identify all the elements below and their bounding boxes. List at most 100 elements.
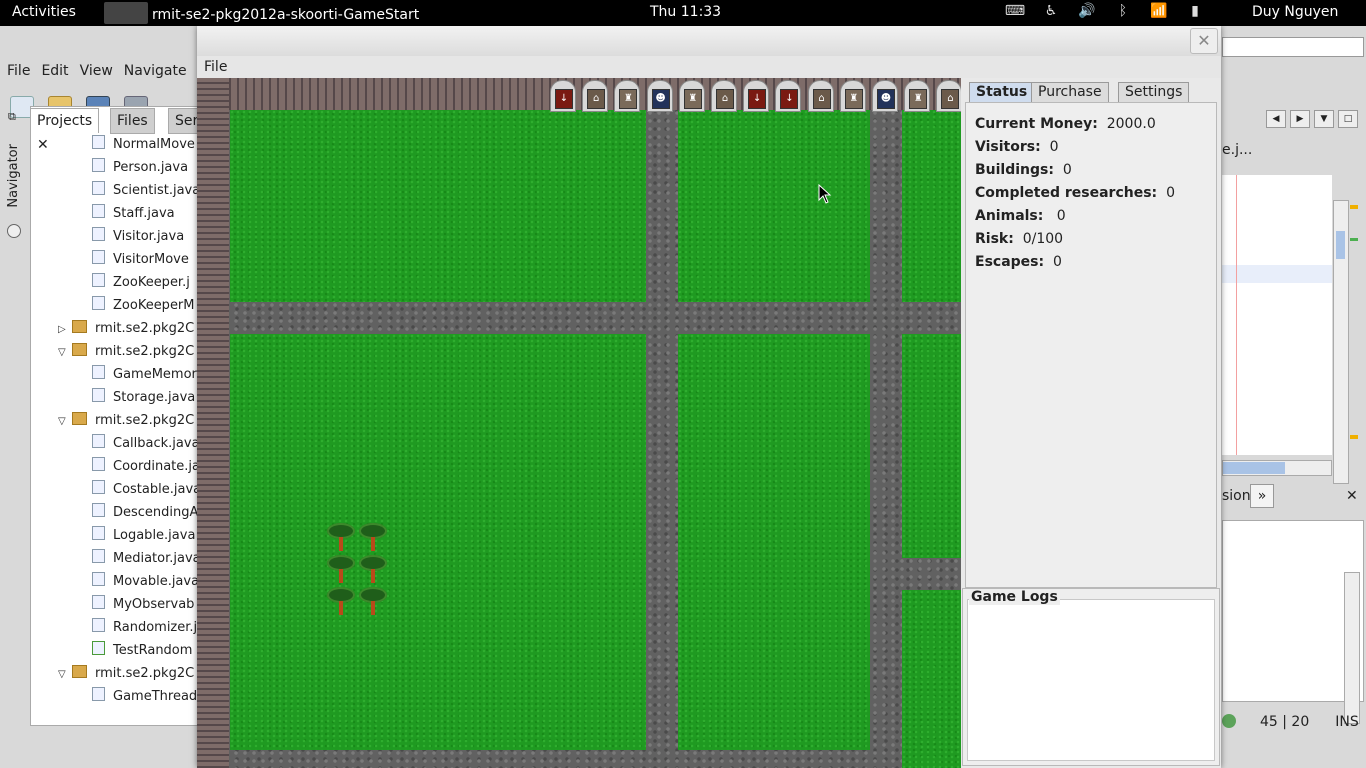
close-icon[interactable]: ✕ [1190,28,1218,54]
ide-menu-edit[interactable]: Edit [41,63,68,79]
tree-file[interactable]: Storage.java [92,387,195,409]
gate-tower[interactable]: ⌂ [582,80,609,112]
tree-file[interactable]: Logable.java [92,525,195,547]
tree-file[interactable]: TestRandom [92,640,192,662]
tree-item-label: MyObservab [113,597,195,612]
gate-tower[interactable]: ↓ [550,80,576,112]
tree-package[interactable]: ▽ rmit.se2.pkg2C [58,410,194,432]
bluetooth-icon[interactable]: ᛒ [1112,3,1134,19]
gate-tower[interactable]: ☻ [646,80,673,112]
gate-tower[interactable]: ☻ [872,80,898,112]
error-stripe-mark[interactable] [1350,205,1358,209]
scroll-left-icon[interactable]: ◀ [1266,110,1286,128]
gate-tower[interactable]: ⌂ [936,80,961,112]
editor-hscroll[interactable] [1222,460,1332,476]
game-logs-area[interactable] [967,599,1215,761]
gate-tower[interactable]: ↓ [743,80,770,112]
game-map[interactable]: ↓ ⌂ ♜ ☻ ♜ ⌂ ↓ ↓ ⌂ ♜ ☻ ♜ ⌂ [197,78,961,768]
tree-file[interactable]: ZooKeeperM [92,295,195,317]
navigator-label[interactable]: Navigator [6,144,21,208]
tab-purchase[interactable]: Purchase [1031,82,1109,103]
game-titlebar[interactable]: ✕ [197,26,1221,56]
ide-menu-file[interactable]: File [7,63,30,79]
tab-files[interactable]: Files [110,108,155,134]
app-menu[interactable]: rmit-se2-pkg2012a-skoorti-GameStart [104,2,419,26]
keyboard-icon[interactable]: ⌨ [1004,3,1026,19]
restore-window-icon[interactable]: ⧉ [8,110,16,124]
tree-item-label: Movable.java [113,574,198,589]
editor-hscroll-thumb[interactable] [1223,462,1285,474]
ide-search-input[interactable] [1222,37,1364,57]
scroll-right-icon[interactable]: ▶ [1290,110,1310,128]
collapsed-arrow-icon[interactable]: ▷ [58,319,72,341]
gate-tower[interactable]: ⌂ [807,80,834,112]
tree-file[interactable]: GameMemor [92,364,197,386]
close-icon[interactable]: ✕ [1346,488,1358,504]
tree-file[interactable]: Scientist.java [92,180,198,202]
error-stripe-mark[interactable] [1350,238,1358,241]
sessions-tab-label[interactable]: sion [1222,488,1251,504]
expanded-arrow-icon[interactable]: ▽ [58,342,72,364]
tree-file[interactable]: VisitorMove [92,249,189,271]
show-opened-icon[interactable]: ▼ [1314,110,1334,128]
activities-button[interactable]: Activities [12,4,76,20]
gate-tower[interactable]: ♜ [614,80,641,112]
status-indicator-icon[interactable] [1222,714,1236,728]
volume-icon[interactable]: 🔊 [1076,3,1098,19]
ide-menu-navigate[interactable]: Navigate [124,63,187,79]
tree-file[interactable]: Randomizer.j [92,617,197,639]
ide-menu-view[interactable]: View [80,63,113,79]
user-menu[interactable]: Duy Nguyen [1252,4,1338,20]
battery-icon[interactable]: ▮ [1184,3,1206,19]
tree-file[interactable]: Costable.java [92,479,198,501]
tree-item-label: rmit.se2.pkg2C [95,413,195,428]
tab-settings[interactable]: Settings [1118,82,1190,103]
grass-plot[interactable] [230,110,646,302]
output-panel[interactable] [1222,520,1364,702]
grass-plot[interactable] [902,590,961,768]
gate-tower[interactable]: ⌂ [711,80,737,112]
tree-file[interactable]: Staff.java [92,203,175,225]
tree-file[interactable]: Visitor.java [92,226,184,248]
tree-file[interactable]: Movable.java [92,571,198,593]
tree-file[interactable]: GameThread [92,686,197,708]
editor-vscroll-thumb[interactable] [1336,231,1345,259]
gate-tower[interactable]: ↓ [775,80,802,112]
accessibility-icon[interactable]: ♿ [1040,3,1062,19]
more-tabs-button[interactable]: » [1250,484,1274,508]
tab-projects[interactable]: Projects ✕ [30,108,100,153]
tree-package[interactable]: ▽ rmit.se2.pkg2C [58,341,194,363]
editor-vscroll[interactable] [1333,200,1349,484]
tree-file[interactable]: Mediator.java [92,548,198,570]
grass-plot[interactable] [902,110,961,302]
tree-cluster[interactable] [325,521,389,617]
output-vscroll[interactable] [1344,572,1360,724]
tree-file[interactable]: MyObservab [92,594,194,616]
tree-file[interactable]: Person.java [92,157,188,179]
clock[interactable]: Thu 11:33 [650,4,721,20]
gate-tower[interactable]: ♜ [678,80,705,112]
tab-status[interactable]: Status [969,82,1035,103]
grass-plot[interactable] [678,334,870,750]
expanded-arrow-icon[interactable]: ▽ [58,664,72,686]
error-stripe-mark[interactable] [1350,435,1358,439]
gate-tower[interactable]: ♜ [839,80,866,112]
tree-file[interactable]: Callback.java [92,433,198,455]
editor-area[interactable] [1222,175,1332,455]
grass-plot[interactable] [230,334,646,750]
expanded-arrow-icon[interactable]: ▽ [58,411,72,433]
maximize-icon[interactable]: □ [1338,110,1358,128]
tree-file[interactable]: NormalMove [92,134,195,156]
grass-plot[interactable] [678,110,870,302]
tree-file[interactable]: ZooKeeper.j [92,272,190,294]
tree-file[interactable]: Coordinate.ja [92,456,198,478]
gate-tower[interactable]: ♜ [904,80,931,112]
current-line [1222,265,1332,283]
tree-file[interactable]: DescendingA [92,502,198,524]
grass-plot[interactable] [902,334,961,558]
editor-tab-fragment[interactable]: e.j... [1222,142,1252,158]
tree-package[interactable]: ▷ rmit.se2.pkg2C [58,318,194,340]
menu-file[interactable]: File [204,59,227,75]
tree-package[interactable]: ▽ rmit.se2.pkg2C [58,663,194,685]
wifi-icon[interactable]: 📶 [1148,3,1170,19]
